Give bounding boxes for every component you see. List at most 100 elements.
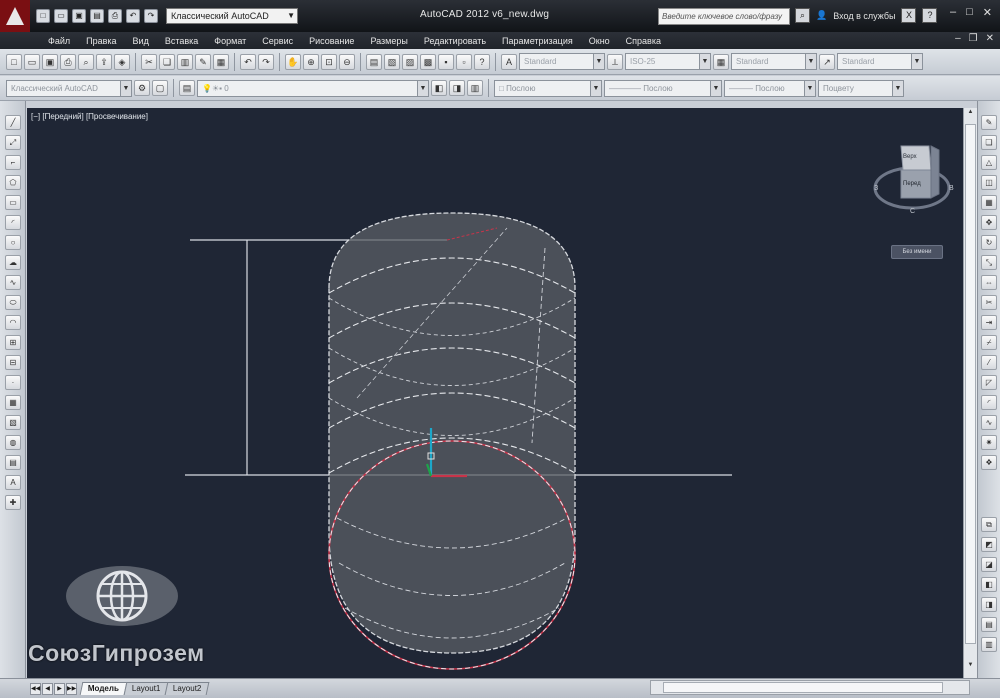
doc-minimize-icon[interactable]: – [955,33,961,44]
scroll-up-icon[interactable]: ▲ [965,109,976,121]
help-icon[interactable]: ? [922,8,938,23]
cut-icon[interactable]: ✂ [141,53,157,70]
arc-icon[interactable]: ◜ [5,215,21,230]
menu-item-modify[interactable]: Редактировать [416,36,494,46]
extend-icon[interactable]: ⇥ [981,315,997,330]
stretch-icon[interactable]: ⇔ [981,275,997,290]
text-front-icon[interactable]: ▤ [981,617,997,632]
multiline-text-icon[interactable]: A [5,475,21,490]
hatch-back-icon[interactable]: ▥ [981,637,997,652]
menu-item-draw[interactable]: Рисование [301,36,362,46]
vertical-scrollbar[interactable]: ▲ ▼ [963,108,977,678]
menu-item-tools[interactable]: Сервис [254,36,301,46]
scroll-down-icon[interactable]: ▼ [965,662,976,674]
zoom-previous-icon[interactable]: ⊖ [339,53,355,70]
menu-item-format[interactable]: Формат [206,36,254,46]
polyline-icon[interactable]: ⌐ [5,155,21,170]
undo-icon[interactable]: ↶ [240,53,256,70]
viewcube-front-label[interactable]: Перед [903,181,921,187]
menu-item-window[interactable]: Окно [581,36,618,46]
search-icon[interactable]: ⌕ [795,8,810,23]
redo-icon[interactable]: ↷ [144,9,158,23]
rotate-icon[interactable]: ↻ [981,235,997,250]
layer-states-icon[interactable]: ▥ [467,80,483,96]
add-selected-icon[interactable]: ✚ [5,495,21,510]
break-icon[interactable]: ⌿ [981,335,997,350]
viewcube-top-label[interactable]: Верх [903,154,917,160]
preview-icon[interactable]: ⌕ [78,53,94,70]
vertical-scroll-thumb[interactable] [965,124,976,644]
fillet-icon[interactable]: ◜ [981,395,997,410]
doc-close-icon[interactable]: ✕ [986,33,994,44]
save-icon[interactable]: ▣ [42,53,58,70]
copy-icon[interactable]: ❏ [159,53,175,70]
close-icon[interactable]: ✕ [983,6,992,19]
construction-line-icon[interactable]: ⤢ [5,135,21,150]
search-input[interactable]: Введите ключевое слово/фразу [658,8,790,25]
join-icon[interactable]: ⁄ [981,355,997,370]
markup-icon[interactable]: ▪ [438,53,454,70]
offset-icon[interactable]: ◫ [981,175,997,190]
minimize-icon[interactable]: – [950,6,956,19]
bring-front-icon[interactable]: ◩ [981,537,997,552]
menu-item-parametric[interactable]: Параметризация [494,36,581,46]
calculator-icon[interactable]: ▫ [456,53,472,70]
match-properties-icon[interactable]: ✎ [195,53,211,70]
workspace-select[interactable]: Классический AutoCAD ▼ [166,8,298,24]
horizontal-scroll-thumb[interactable] [663,682,943,693]
open-icon[interactable]: ▭ [24,53,40,70]
make-block-icon[interactable]: ⊟ [5,355,21,370]
compass-south-label[interactable]: С [910,208,915,215]
send-under-icon[interactable]: ◨ [981,597,997,612]
menu-item-edit[interactable]: Правка [78,36,124,46]
explode-icon[interactable]: ✷ [981,435,997,450]
menu-item-help[interactable]: Справка [618,36,669,46]
new-file-icon[interactable]: □ [36,9,50,23]
undo-icon[interactable]: ↶ [126,9,140,23]
array-icon[interactable]: ▦ [981,195,997,210]
hatch-icon[interactable]: ▦ [5,395,21,410]
dim-style-select[interactable]: ISO-25 ▼ [625,53,711,70]
spline-icon[interactable]: ∿ [5,275,21,290]
text-style-icon[interactable]: A [501,53,517,70]
ucs-menu-button[interactable]: Без имени [891,245,943,259]
trim-icon[interactable]: ✂ [981,295,997,310]
3d-print-icon[interactable]: ◈ [114,53,130,70]
doc-restore-icon[interactable]: ❐ [969,33,978,44]
gradient-icon[interactable]: ▧ [5,415,21,430]
publish-icon[interactable]: ⇪ [96,53,112,70]
send-back-icon[interactable]: ◪ [981,557,997,572]
autocad-logo-button[interactable] [0,0,30,32]
zoom-realtime-icon[interactable]: ⊕ [303,53,319,70]
region-icon[interactable]: ◍ [5,435,21,450]
table-icon[interactable]: ▤ [5,455,21,470]
table-style-icon[interactable]: ▦ [713,53,729,70]
lineweight-select[interactable]: ——— Послою ▼ [724,79,816,97]
first-tab-icon[interactable]: ◀◀ [30,682,41,695]
bring-above-icon[interactable]: ◧ [981,577,997,592]
paste-icon[interactable]: ▥ [177,53,193,70]
open-file-icon[interactable]: ▭ [54,9,68,23]
workspace-toolbar-select[interactable]: Классический AutoCAD ▼ [6,79,132,97]
mirror-icon[interactable]: △ [981,155,997,170]
plot-icon[interactable]: ⎙ [60,53,76,70]
text-style-select[interactable]: Standard ▼ [519,53,605,70]
draw-order-icon[interactable]: ⧉ [981,517,997,532]
sheet-set-icon[interactable]: ▩ [420,53,436,70]
pan-icon[interactable]: ✋ [285,53,301,70]
menu-item-dimension[interactable]: Размеры [362,36,415,46]
block-editor-icon[interactable]: ▦ [213,53,229,70]
circle-icon[interactable]: ○ [5,235,21,250]
dim-style-icon[interactable]: ⟂ [607,53,623,70]
scale-icon[interactable]: ⤡ [981,255,997,270]
polygon-icon[interactable]: ⬠ [5,175,21,190]
tab-model[interactable]: Модель [79,682,128,695]
menu-item-insert[interactable]: Вставка [157,36,206,46]
layer-properties-icon[interactable]: ▤ [179,80,195,96]
last-tab-icon[interactable]: ▶▶ [66,682,77,695]
print-icon[interactable]: ⎙ [108,9,122,23]
tab-layout1[interactable]: Layout1 [123,682,169,695]
copy-object-icon[interactable]: ❏ [981,135,997,150]
horizontal-scrollbar[interactable] [650,680,970,695]
compass-west-label[interactable]: З [874,185,878,192]
